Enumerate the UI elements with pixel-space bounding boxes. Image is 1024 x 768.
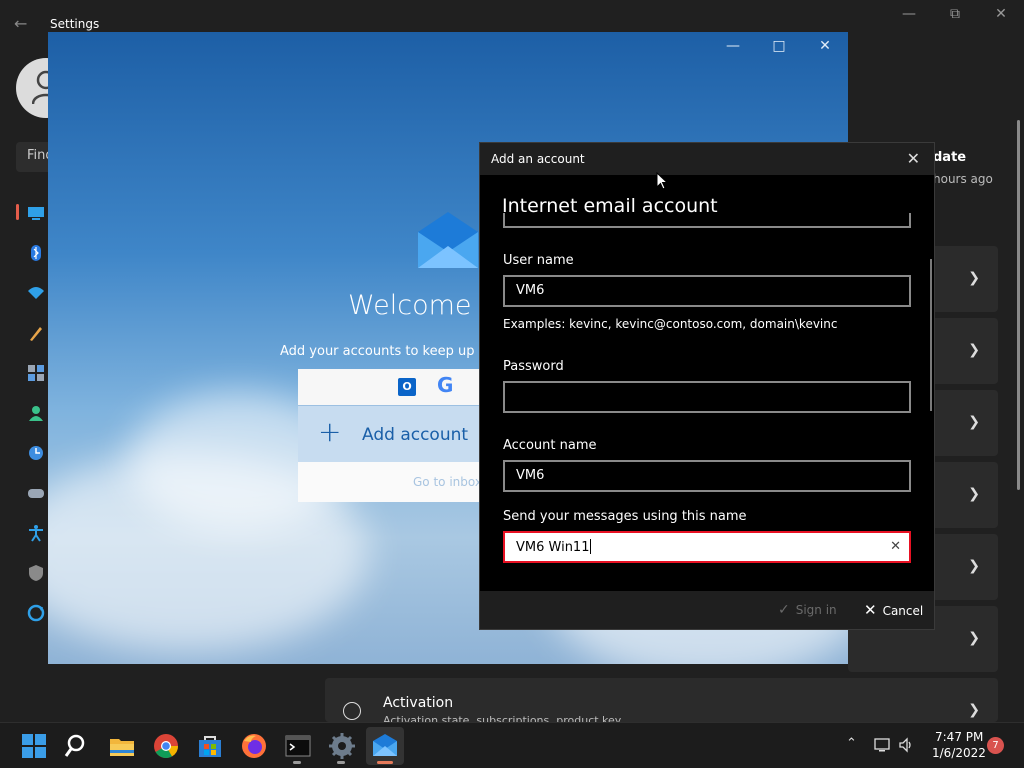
update-status: hours ago [933,172,993,186]
minimize-icon[interactable]: — [886,6,932,28]
send-name-value: VM6 Win11 [516,539,592,555]
password-field[interactable] [503,381,911,413]
cancel-button[interactable]: ✕ Cancel [864,601,923,619]
chrome-icon[interactable] [151,731,181,761]
mouse-cursor-icon [656,172,668,190]
clear-icon[interactable]: ✕ [890,539,901,554]
send-name-field[interactable]: VM6 Win11 ✕ [503,531,911,563]
username-value: VM6 [516,283,545,298]
network-tray-icon[interactable] [874,737,890,753]
checkmark-icon: ✓ [778,602,790,618]
accessibility-icon[interactable] [26,523,46,543]
text-caret [590,539,592,554]
go-to-inbox-button[interactable]: Go to inbox [298,462,498,502]
terminal-icon[interactable] [283,731,313,761]
add-account-label: Add account [362,425,469,445]
dialog-titlebar[interactable]: Add an account ✕ [480,143,934,175]
password-label: Password [503,359,564,374]
dialog-footer: ✓ Sign in ✕ Cancel [480,591,934,629]
plus-icon: + [318,415,342,448]
bluetooth-icon[interactable] [26,243,46,263]
provider-strip: O G [298,369,498,405]
notification-badge[interactable]: 7 [987,737,1004,754]
clock-time[interactable]: 7:47 PM [935,730,983,744]
close-icon[interactable]: ✕ [978,6,1024,28]
mail-app-icon[interactable] [370,731,400,761]
update-header: date [933,150,967,165]
dialog-heading: Internet email account [502,195,718,217]
privacy-security-icon[interactable] [26,563,46,583]
nav-selection-indicator [16,204,19,220]
accounts-icon[interactable] [26,403,46,423]
running-indicator [293,761,301,764]
apps-icon[interactable] [26,363,46,383]
chevron-right-icon: ❯ [968,486,980,502]
sign-in-button[interactable]: ✓ Sign in [778,602,837,618]
username-field[interactable]: VM6 [503,275,911,307]
minimize-icon[interactable]: — [713,38,753,60]
back-arrow-icon[interactable]: ← [14,14,34,34]
chevron-right-icon: ❯ [968,630,980,646]
account-name-value: VM6 [516,468,545,483]
checkmark-circle-icon [343,702,361,720]
settings-scrollbar[interactable] [1017,120,1020,490]
mail-logo-icon [418,212,478,268]
go-to-inbox-label: Go to inbox [413,475,482,489]
activation-card[interactable]: Activation Activation state, subscriptio… [325,678,998,722]
settings-gear-icon[interactable] [327,731,357,761]
chevron-right-icon: ❯ [968,270,980,286]
time-language-icon[interactable] [26,443,46,463]
close-icon: ✕ [864,601,877,619]
add-account-dialog: Add an account ✕ Internet email account … [479,142,935,630]
search-icon[interactable] [63,731,93,761]
account-name-label: Account name [503,438,597,453]
account-name-field[interactable]: VM6 [503,460,911,492]
windows-update-icon[interactable] [26,603,46,623]
personalization-icon[interactable] [26,323,46,343]
chevron-right-icon: ❯ [968,702,980,718]
taskbar: ⌃ 7:47 PM 1/6/2022 7 [0,722,1024,768]
username-label: User name [503,253,574,268]
google-icon: G [437,373,454,397]
restore-icon[interactable]: ⧉ [932,6,978,28]
dialog-title: Add an account [491,152,585,166]
file-explorer-icon[interactable] [107,731,137,761]
username-example: Examples: kevinc, kevinc@contoso.com, do… [503,317,838,331]
chevron-up-icon[interactable]: ⌃ [846,736,857,751]
settings-title: Settings [50,17,100,31]
send-name-label: Send your messages using this name [503,509,747,524]
dialog-scrollbar[interactable] [930,259,932,411]
firefox-icon[interactable] [239,731,269,761]
gaming-icon[interactable] [26,483,46,503]
system-icon[interactable] [26,203,46,223]
add-account-button[interactable]: + Add account [298,405,498,462]
clock-date[interactable]: 1/6/2022 [932,746,986,760]
network-icon[interactable] [26,283,46,303]
store-icon[interactable] [195,731,225,761]
close-icon[interactable]: ✕ [907,149,920,168]
close-icon[interactable]: ✕ [805,38,845,60]
volume-icon[interactable] [898,737,914,753]
chevron-right-icon: ❯ [968,342,980,358]
running-indicator-active [377,761,393,764]
maximize-icon[interactable]: □ [759,38,799,60]
running-indicator [337,761,345,764]
chevron-right-icon: ❯ [968,414,980,430]
activation-subtitle: Activation state, subscriptions, product… [383,714,622,722]
chevron-right-icon: ❯ [968,558,980,574]
outlook-icon: O [398,378,416,396]
activation-title: Activation [383,695,454,711]
windows-start-icon[interactable] [19,731,49,761]
